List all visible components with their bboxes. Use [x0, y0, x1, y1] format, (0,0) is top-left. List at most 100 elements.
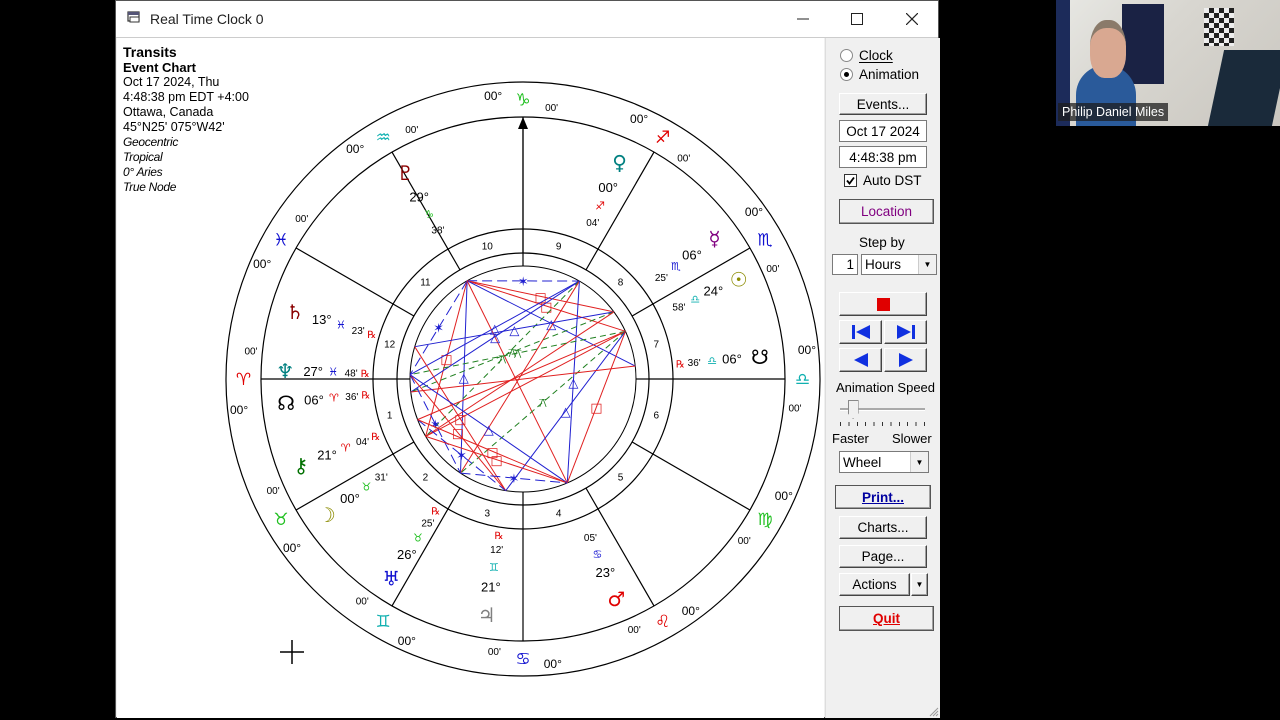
- sign-glyph-capricorn: ♑: [515, 91, 530, 111]
- view-select[interactable]: Wheel ▼: [839, 451, 929, 473]
- webcam-foreground-object: [1207, 50, 1280, 126]
- planet-saturn-icon: ♄: [286, 300, 304, 324]
- print-button[interactable]: Print...: [835, 485, 931, 509]
- close-button[interactable]: [889, 1, 935, 37]
- planet-moon-icon: ☽: [318, 503, 336, 527]
- quit-button[interactable]: Quit: [839, 606, 934, 631]
- aspect-glyph-icon: □: [490, 454, 502, 469]
- planet-north-node-sign-icon: ♈: [329, 392, 339, 405]
- page-button[interactable]: Page...: [839, 545, 927, 568]
- chart-canvas[interactable]: Transits Event Chart Oct 17 2024, Thu 4:…: [117, 38, 824, 718]
- planet-neptune-sign-icon: ♓: [328, 366, 338, 379]
- planet-mercury-icon: ☿: [708, 227, 720, 251]
- sign-glyph-aries: ♈: [236, 370, 251, 390]
- window-title: Real Time Clock 0: [150, 11, 264, 27]
- house-number-3: 3: [485, 508, 491, 519]
- sign-cusp-degree: 00°: [484, 89, 502, 103]
- sign-glyph-libra: ♎: [795, 370, 810, 390]
- radio-animation-indicator[interactable]: [840, 68, 853, 81]
- house-number-4: 4: [556, 508, 562, 519]
- house-number-8: 8: [618, 277, 624, 288]
- sign-glyph-leo: ♌: [655, 612, 670, 632]
- planet-mercury-minute: 25': [655, 273, 668, 284]
- planet-south-node-retrograde-icon: ℞: [676, 360, 685, 371]
- jump-forward-button[interactable]: [884, 320, 927, 344]
- planet-uranus-degree: 26°: [397, 547, 417, 562]
- slider-thumb[interactable]: [847, 400, 859, 419]
- house-number-11: 11: [420, 277, 431, 288]
- aspect-glyph-icon: ✶: [456, 449, 467, 464]
- app-window: Real Time Clock 0 Transits Event Chart O…: [115, 0, 940, 718]
- step-unit-value: Hours: [865, 257, 902, 272]
- sign-cusp-degree: 00°: [682, 604, 700, 618]
- radio-animation-label: Animation: [859, 67, 920, 82]
- aspect-glyph-icon: □: [590, 401, 602, 416]
- planet-jupiter-degree: 21°: [481, 580, 501, 595]
- house-number-1: 1: [387, 411, 393, 422]
- planet-saturn-retrograde-icon: ℞: [367, 330, 376, 341]
- house-number-2: 2: [423, 473, 429, 484]
- charts-button[interactable]: Charts...: [839, 516, 927, 539]
- planet-saturn-degree: 13°: [312, 312, 332, 327]
- planet-mars-minute: 05': [584, 533, 597, 544]
- sign-cusp-degree: 00°: [253, 257, 271, 271]
- planet-saturn-sign-icon: ♓: [336, 319, 346, 332]
- planet-sun-sign-icon: ♎: [690, 293, 700, 306]
- aspect-glyph-icon: △: [459, 371, 469, 386]
- sign-cusp-minute: 00': [267, 486, 280, 497]
- mode-radio-animation[interactable]: Animation: [840, 67, 919, 82]
- checkbox-checked-icon[interactable]: [844, 174, 857, 187]
- minimize-button[interactable]: [780, 1, 826, 37]
- date-field[interactable]: Oct 17 2024: [839, 120, 927, 142]
- actions-dropdown-arrow-icon[interactable]: ▼: [911, 573, 928, 596]
- jump-back-button[interactable]: [839, 320, 882, 344]
- planet-mars-sign-icon: ♋: [593, 548, 603, 561]
- dropdown-arrow-icon[interactable]: ▼: [910, 452, 928, 472]
- actions-button[interactable]: Actions: [839, 573, 910, 596]
- step-value-field[interactable]: 1: [832, 254, 858, 275]
- radio-clock-indicator[interactable]: [840, 49, 853, 62]
- step-unit-select[interactable]: Hours ▼: [861, 254, 937, 275]
- sign-cusp-degree: 00°: [745, 205, 763, 219]
- sign-cusp-degree: 00°: [798, 343, 816, 357]
- step-back-button[interactable]: [839, 348, 882, 372]
- step-by-label: Step by: [859, 235, 905, 250]
- resize-grip-icon[interactable]: [927, 705, 939, 717]
- slider-ticks: [840, 422, 925, 426]
- aspect-glyph-icon: ✶: [508, 472, 519, 487]
- play-back-icon: [853, 353, 868, 367]
- planet-neptune-minute: 48': [345, 368, 358, 379]
- house-cusp-line: [295, 247, 415, 317]
- aspect-line-hard: [460, 280, 580, 474]
- time-field[interactable]: 4:48:38 pm: [839, 146, 927, 168]
- aspect-glyph-icon: △: [484, 423, 494, 438]
- sign-cusp-minute: 00': [545, 103, 558, 114]
- house-number-12: 12: [384, 339, 396, 350]
- mode-radio-clock[interactable]: Clock: [840, 48, 893, 63]
- aspect-glyph-icon: △: [546, 317, 556, 332]
- step-forward-button[interactable]: [884, 348, 927, 372]
- planet-venus-icon: ♀: [612, 150, 627, 174]
- house-number-6: 6: [654, 411, 660, 422]
- webcam-person-head: [1090, 20, 1126, 78]
- maximize-button[interactable]: [834, 1, 880, 37]
- planet-moon-minute: 31': [375, 472, 388, 483]
- speed-slower-label: Slower: [892, 431, 932, 446]
- dropdown-arrow-icon[interactable]: ▼: [918, 255, 936, 274]
- app-icon: [127, 11, 140, 23]
- house-number-9: 9: [556, 242, 562, 253]
- planet-pluto-degree: 29°: [409, 189, 429, 204]
- location-button[interactable]: Location: [839, 199, 934, 224]
- planet-mercury-sign-icon: ♏: [671, 260, 681, 273]
- auto-dst-label: Auto DST: [863, 173, 922, 188]
- stop-button[interactable]: [839, 292, 927, 316]
- skip-back-icon: [851, 325, 870, 339]
- sign-cusp-degree: 00°: [230, 403, 248, 417]
- auto-dst-checkbox[interactable]: Auto DST: [844, 173, 922, 188]
- radio-clock-label: Clock: [859, 48, 893, 63]
- planet-uranus-minute: 25': [421, 518, 434, 529]
- control-panel: Clock Animation Events... Oct 17 2024 4:…: [825, 38, 940, 718]
- events-button[interactable]: Events...: [839, 93, 927, 115]
- planet-mars-icon: ♂: [607, 587, 625, 611]
- animation-speed-slider[interactable]: [840, 400, 925, 430]
